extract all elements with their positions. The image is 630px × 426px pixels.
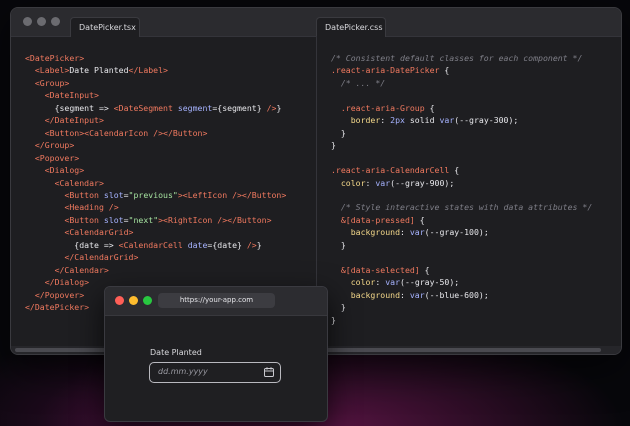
code-line: </Dialog> bbox=[44, 277, 90, 288]
code-line: color: var(--gray-900); bbox=[340, 177, 455, 188]
code-line: border: 2px solid var(--gray-300); bbox=[350, 115, 519, 126]
code-line: <Button><CalendarIcon /></Button> bbox=[44, 127, 208, 138]
code-line: <Group> bbox=[34, 77, 70, 88]
window-close-dot[interactable] bbox=[23, 17, 32, 26]
code-line: /* Style interactive states with data at… bbox=[340, 202, 593, 213]
code-line: } bbox=[331, 314, 336, 325]
code-line: <Label>Date Planted</Label> bbox=[34, 65, 168, 76]
code-line: </DatePicker> bbox=[25, 302, 90, 313]
code-line: } bbox=[331, 140, 336, 151]
code-line: {segment => <DateSegment segment={segmen… bbox=[25, 102, 282, 113]
browser-preview-window: https://your-app.com Date Planted dd.mm.… bbox=[104, 286, 328, 422]
window-maximize-dot[interactable] bbox=[51, 17, 60, 26]
code-line: <DateInput> bbox=[44, 90, 99, 101]
code-line: <DatePicker> bbox=[25, 53, 85, 63]
code-line: </DateInput> bbox=[44, 115, 104, 126]
code-line: {date => <CalendarCell date={date} />} bbox=[25, 239, 262, 250]
code-line: <CalendarGrid> bbox=[64, 227, 134, 238]
code-line: .react-aria-DatePicker { bbox=[331, 65, 450, 76]
date-placeholder[interactable]: dd.mm.yyyy bbox=[158, 367, 208, 376]
code-line: <Dialog> bbox=[44, 165, 85, 176]
code-line: </CalendarGrid> bbox=[64, 252, 139, 263]
code-line: <Calendar> bbox=[54, 177, 104, 188]
tab-label: DatePicker.tsx bbox=[79, 23, 136, 32]
tsx-code-pane[interactable]: <DatePicker> <Label>Date Planted</Label>… bbox=[25, 52, 286, 314]
code-line: &[data-selected] { bbox=[340, 264, 430, 275]
calendar-icon[interactable] bbox=[263, 366, 275, 378]
code-line: <Button slot="next"><RightIcon /></Butto… bbox=[64, 214, 272, 225]
address-bar[interactable]: https://your-app.com bbox=[158, 293, 275, 308]
code-line: } bbox=[331, 302, 346, 313]
browser-maximize-button[interactable] bbox=[143, 296, 152, 305]
browser-minimize-button[interactable] bbox=[129, 296, 138, 305]
css-code-pane[interactable]: /* Consistent default classes for each c… bbox=[331, 52, 592, 326]
code-line: background: var(--blue-600); bbox=[350, 289, 489, 300]
editor-titlebar: DatePicker.tsx DatePicker.css bbox=[11, 8, 621, 37]
code-line: /* ... */ bbox=[340, 77, 386, 88]
code-line: /* Consistent default classes for each c… bbox=[331, 53, 583, 63]
code-line: <Heading /> bbox=[64, 202, 119, 213]
tab-datepicker-css[interactable]: DatePicker.css bbox=[316, 17, 386, 37]
date-field-label: Date Planted bbox=[150, 348, 202, 357]
code-line: color: var(--gray-50); bbox=[350, 277, 460, 288]
tab-datepicker-tsx[interactable]: DatePicker.tsx bbox=[70, 17, 140, 37]
code-line: .react-aria-Group { bbox=[340, 102, 435, 113]
code-line: background: var(--gray-100); bbox=[350, 227, 489, 238]
code-line: </Calendar> bbox=[54, 264, 109, 275]
code-line: } bbox=[331, 127, 346, 138]
code-line: <Button slot="previous"><LeftIcon /></Bu… bbox=[64, 189, 287, 200]
code-line: &[data-pressed] { bbox=[340, 214, 425, 225]
code-line: .react-aria-CalendarCell { bbox=[331, 165, 460, 176]
tab-label: DatePicker.css bbox=[325, 23, 383, 32]
code-line: </Group> bbox=[34, 140, 75, 151]
code-line: </Popover> bbox=[34, 289, 85, 300]
code-line: <Popover> bbox=[34, 152, 80, 163]
window-minimize-dot[interactable] bbox=[37, 17, 46, 26]
date-picker-input[interactable]: dd.mm.yyyy bbox=[149, 362, 281, 383]
code-line: } bbox=[331, 239, 346, 250]
browser-toolbar: https://your-app.com bbox=[105, 287, 327, 316]
browser-close-button[interactable] bbox=[115, 296, 124, 305]
